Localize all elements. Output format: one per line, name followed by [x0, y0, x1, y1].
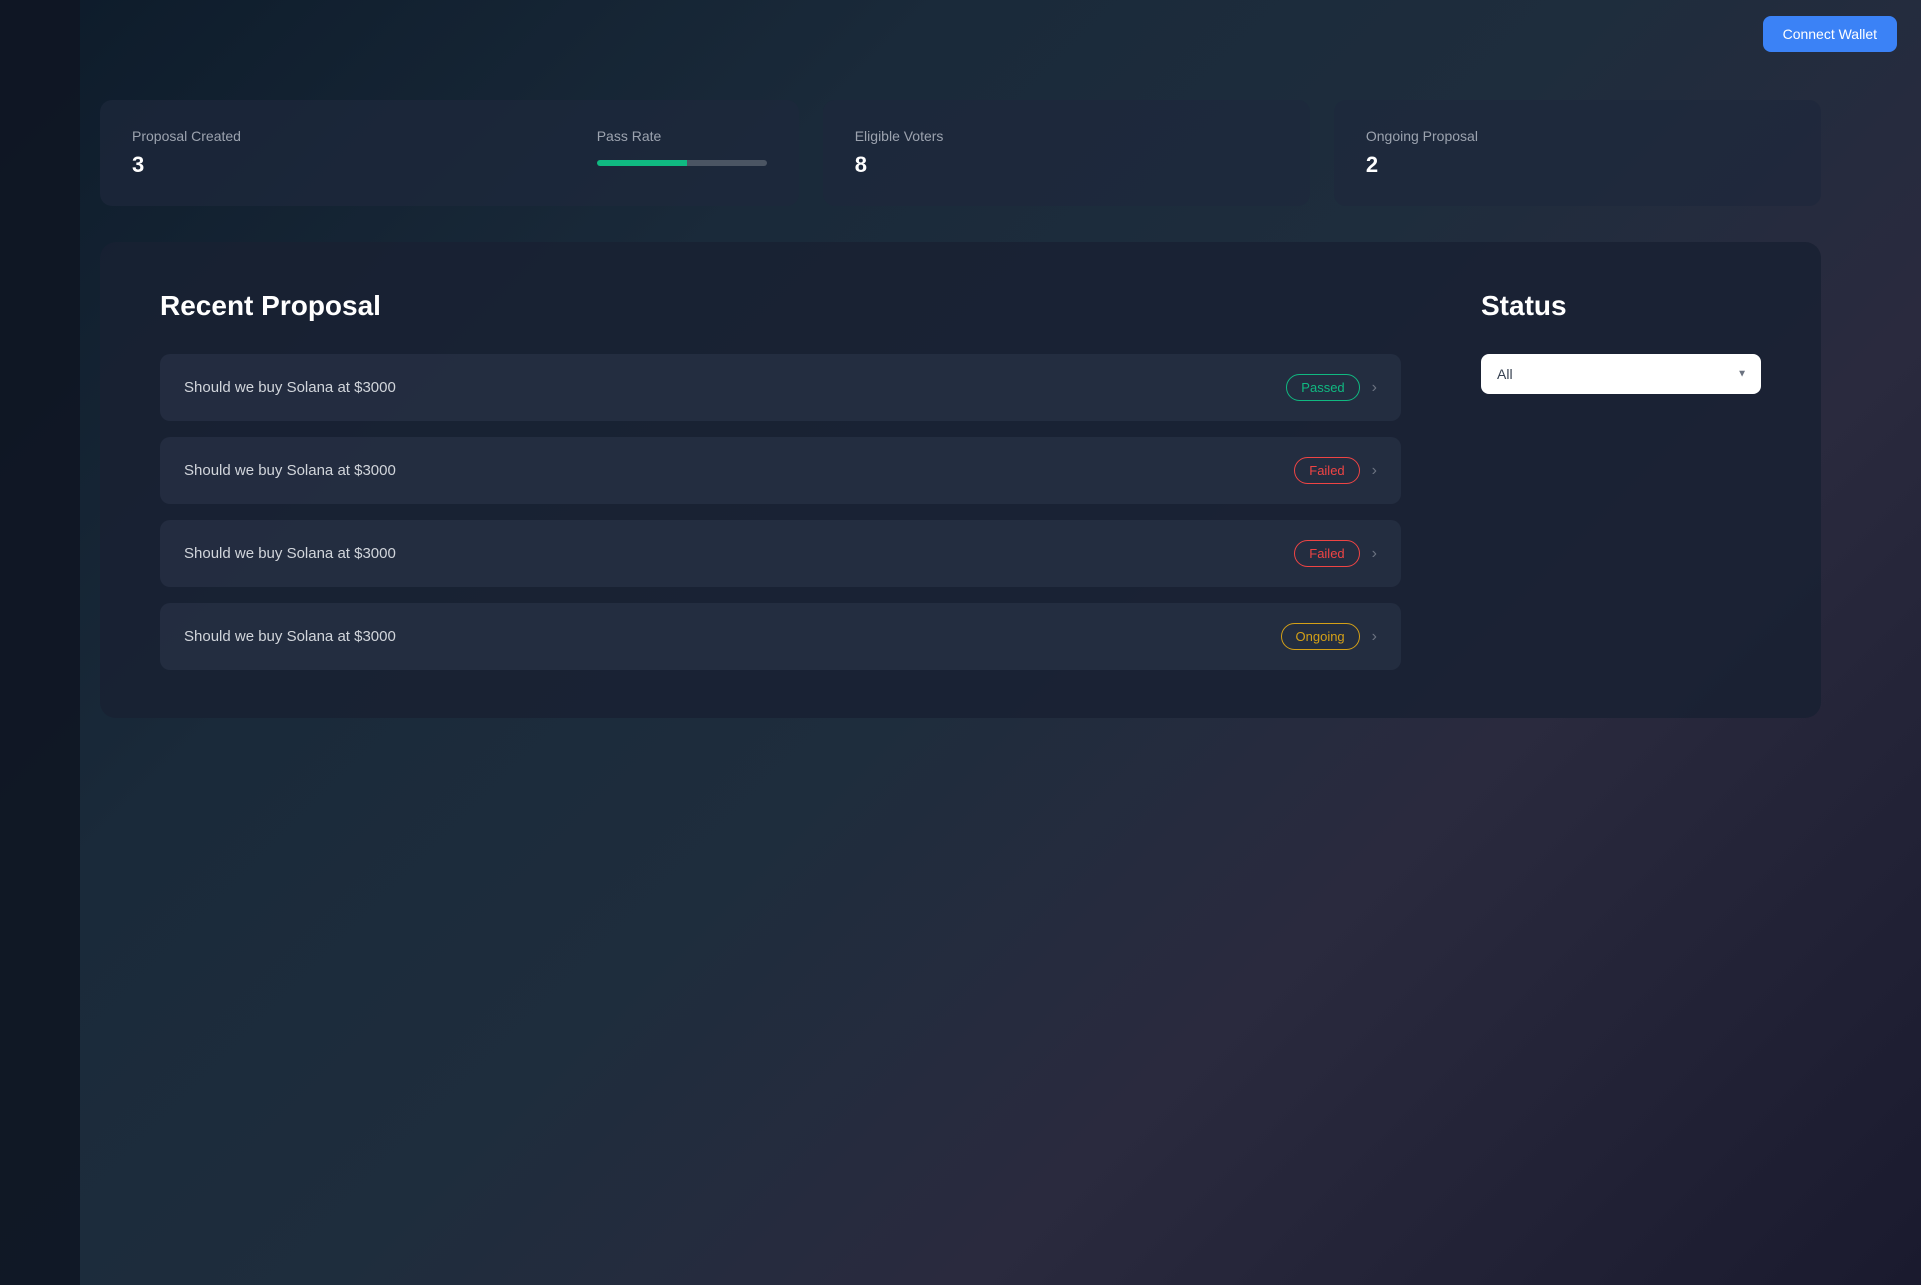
- recent-proposals-title: Recent Proposal: [160, 290, 1401, 322]
- status-badge: Ongoing: [1281, 623, 1360, 650]
- proposal-right: Ongoing ›: [1281, 623, 1377, 650]
- proposal-right: Failed ›: [1294, 457, 1377, 484]
- chevron-right-icon: ›: [1372, 628, 1377, 646]
- ongoing-proposal-card: Ongoing Proposal 2: [1334, 100, 1821, 206]
- proposal-item[interactable]: Should we buy Solana at $3000 Failed ›: [160, 520, 1401, 587]
- left-sidebar: [0, 0, 80, 1285]
- status-title: Status: [1481, 290, 1761, 322]
- proposal-item[interactable]: Should we buy Solana at $3000 Ongoing ›: [160, 603, 1401, 670]
- proposal-right: Passed ›: [1286, 374, 1377, 401]
- ongoing-proposal-label: Ongoing Proposal: [1366, 128, 1789, 144]
- proposal-text: Should we buy Solana at $3000: [184, 628, 396, 645]
- connect-wallet-button[interactable]: Connect Wallet: [1763, 16, 1897, 52]
- chevron-right-icon: ›: [1372, 379, 1377, 397]
- status-badge: Failed: [1294, 540, 1359, 567]
- proposal-text: Should we buy Solana at $3000: [184, 462, 396, 479]
- pass-rate-bar: [597, 160, 767, 166]
- status-badge: Failed: [1294, 457, 1359, 484]
- proposal-item[interactable]: Should we buy Solana at $3000 Failed ›: [160, 437, 1401, 504]
- pass-rate-top: Proposal Created 3 Pass Rate: [132, 128, 767, 178]
- proposal-right: Failed ›: [1294, 540, 1377, 567]
- pass-rate-filled: [597, 160, 687, 166]
- pass-rate-empty: [687, 160, 767, 166]
- proposal-created-value: 3: [132, 152, 241, 178]
- proposal-created-label: Proposal Created: [132, 128, 241, 144]
- stats-row: Proposal Created 3 Pass Rate Eligible Vo…: [100, 100, 1821, 206]
- header: Connect Wallet: [0, 0, 1921, 68]
- proposal-list: Should we buy Solana at $3000 Passed › S…: [160, 354, 1401, 670]
- recent-proposals-section: Recent Proposal Should we buy Solana at …: [100, 242, 1821, 718]
- status-badge: Passed: [1286, 374, 1359, 401]
- ongoing-proposal-value: 2: [1366, 152, 1789, 178]
- chevron-right-icon: ›: [1372, 545, 1377, 563]
- status-filter-select[interactable]: AllPassedFailedOngoing: [1481, 354, 1761, 394]
- proposal-text: Should we buy Solana at $3000: [184, 379, 396, 396]
- pass-rate-label: Pass Rate: [597, 128, 767, 144]
- proposal-created-section: Proposal Created 3: [132, 128, 241, 178]
- main-content: Proposal Created 3 Pass Rate Eligible Vo…: [0, 0, 1921, 778]
- status-filter-wrapper: AllPassedFailedOngoing: [1481, 354, 1761, 394]
- eligible-voters-card: Eligible Voters 8: [823, 100, 1310, 206]
- eligible-voters-value: 8: [855, 152, 1278, 178]
- chevron-right-icon: ›: [1372, 462, 1377, 480]
- status-column: Status AllPassedFailedOngoing: [1481, 290, 1761, 670]
- pass-rate-section: Pass Rate: [597, 128, 767, 166]
- proposals-column: Recent Proposal Should we buy Solana at …: [160, 290, 1401, 670]
- eligible-voters-label: Eligible Voters: [855, 128, 1278, 144]
- proposal-text: Should we buy Solana at $3000: [184, 545, 396, 562]
- proposal-item[interactable]: Should we buy Solana at $3000 Passed ›: [160, 354, 1401, 421]
- proposal-pass-rate-card: Proposal Created 3 Pass Rate: [100, 100, 799, 206]
